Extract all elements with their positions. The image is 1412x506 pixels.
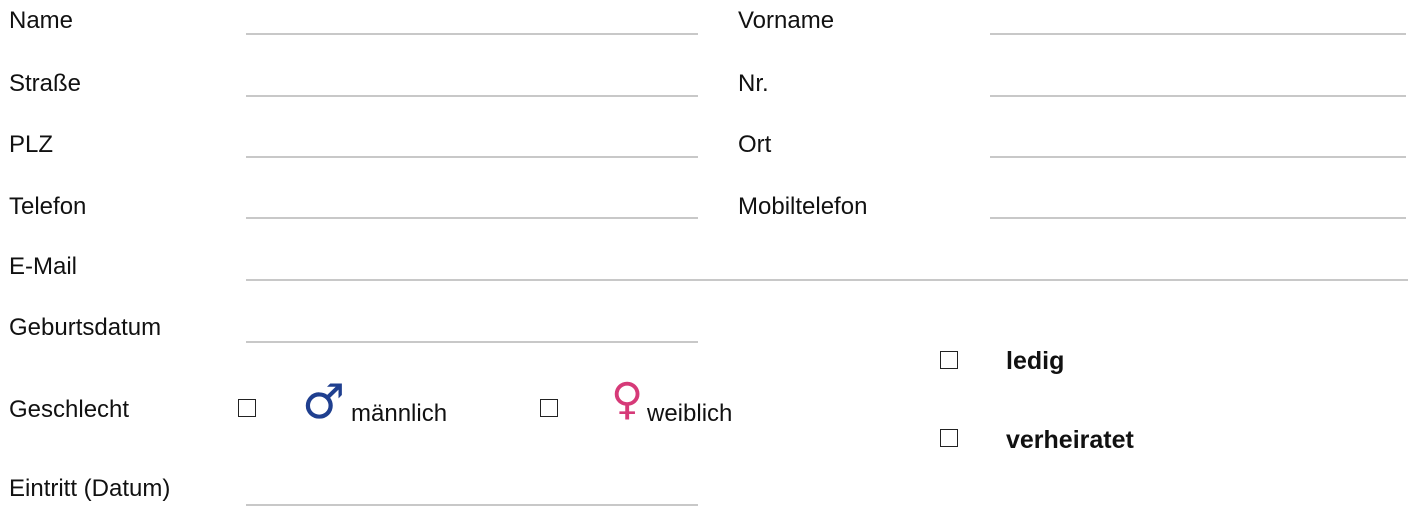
telefon-label: Telefon (9, 193, 87, 220)
verheiratet-checkbox[interactable] (940, 429, 958, 447)
email-label: E-Mail (9, 253, 78, 280)
strasse-label: Straße (9, 70, 82, 97)
weiblich-label: weiblich (647, 400, 733, 427)
telefon-field[interactable] (246, 217, 698, 219)
ledig-label: ledig (1006, 347, 1065, 375)
eintritt-label: Eintritt (Datum) (9, 475, 171, 502)
maennlich-label: männlich (351, 400, 448, 427)
female-symbol-icon: ♀ (611, 374, 644, 425)
plz-label: PLZ (9, 131, 54, 158)
male-symbol-icon: ♂ (302, 374, 346, 430)
verheiratet-label: verheiratet (1006, 426, 1134, 454)
nr-field[interactable] (990, 95, 1406, 97)
mobiltelefon-field[interactable] (990, 217, 1406, 219)
geburtsdatum-label: Geburtsdatum (9, 314, 162, 341)
email-field[interactable] (246, 279, 1408, 281)
vorname-field[interactable] (990, 33, 1406, 35)
weiblich-checkbox[interactable] (540, 399, 558, 417)
nr-label: Nr. (738, 70, 769, 97)
name-field[interactable] (246, 33, 698, 35)
maennlich-checkbox[interactable] (238, 399, 256, 417)
geburtsdatum-field[interactable] (246, 341, 698, 343)
geschlecht-label: Geschlecht (9, 396, 130, 423)
ort-field[interactable] (990, 156, 1406, 158)
ort-label: Ort (738, 131, 772, 158)
name-label: Name (9, 7, 74, 34)
strasse-field[interactable] (246, 95, 698, 97)
plz-field[interactable] (246, 156, 698, 158)
mobiltelefon-label: Mobiltelefon (738, 193, 868, 220)
ledig-checkbox[interactable] (940, 351, 958, 369)
vorname-label: Vorname (738, 7, 835, 34)
